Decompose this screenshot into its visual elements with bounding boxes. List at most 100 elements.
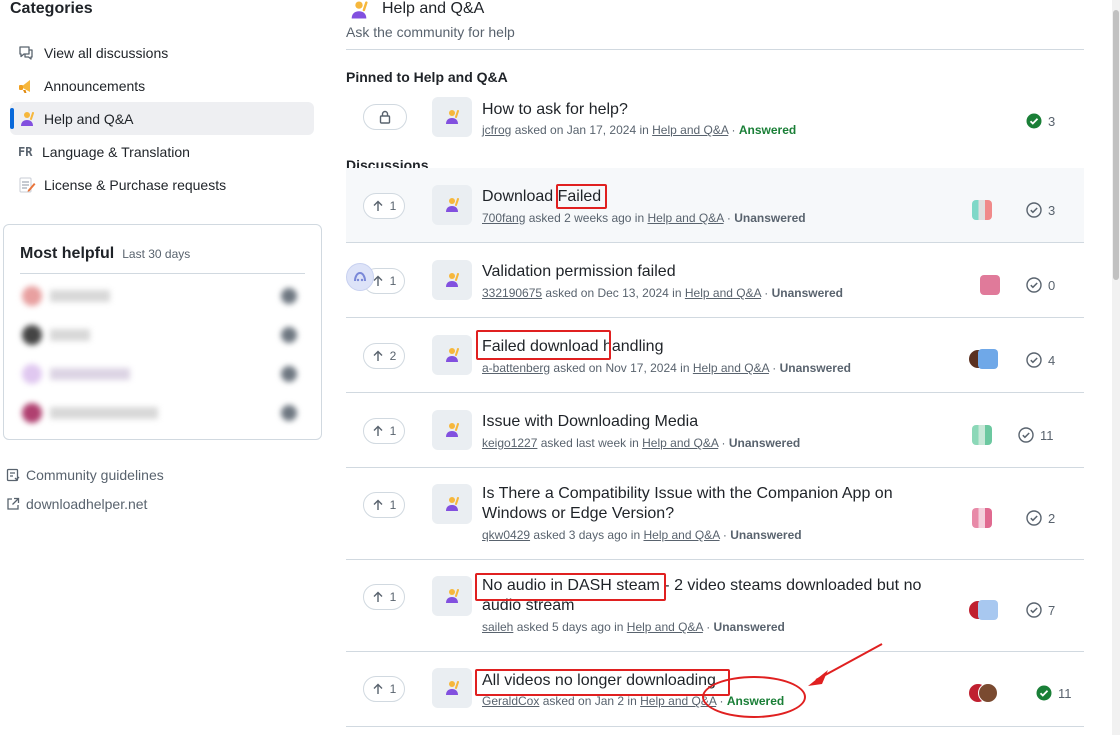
category-link[interactable]: Help and Q&A [640, 694, 716, 708]
author-link[interactable]: keigo1227 [482, 436, 537, 450]
upvote-button[interactable]: 2 [363, 343, 405, 369]
avatar [22, 286, 42, 306]
sidebar-item-language-translation[interactable]: FR Language & Translation [10, 135, 314, 168]
helper-row-blurred[interactable] [20, 362, 307, 386]
upvote-button[interactable]: 1 [363, 418, 405, 444]
answer-count: 3 [1026, 113, 1055, 129]
avatar [22, 364, 42, 384]
blurred-username [50, 407, 158, 419]
author-link[interactable]: a-battenberg [482, 361, 550, 375]
separator: · [716, 694, 727, 708]
link-label: downloadhelper.net [26, 495, 148, 512]
discussion-title-link[interactable]: Validation permission failed [482, 262, 962, 282]
category-link[interactable]: Help and Q&A [643, 528, 719, 542]
separator: · [760, 286, 772, 300]
sidebar-item-announcements[interactable]: Announcements [10, 69, 314, 102]
sidebar-item-label: View all discussions [44, 44, 169, 61]
participants [966, 275, 1006, 295]
upvote-button[interactable]: 1 [363, 676, 405, 702]
status-badge: Unanswered [713, 620, 785, 634]
fr-badge-icon: FR [18, 144, 33, 159]
community-guidelines-link[interactable]: Community guidelines [6, 460, 164, 489]
arrow-up-icon [373, 200, 383, 211]
separator: · [718, 436, 729, 450]
discussion-title-link[interactable]: Is There a Compatibility Issue with the … [482, 484, 952, 524]
category-link[interactable]: Help and Q&A [642, 436, 718, 450]
helper-row-blurred[interactable] [20, 284, 307, 308]
answer-count: 4 [1026, 352, 1055, 368]
discussion-meta: saileh asked 5 days ago in Help and Q&A … [482, 620, 1002, 634]
discussion-title-link[interactable]: Download Failed [482, 187, 962, 207]
author-link[interactable]: jcfrog [482, 123, 511, 137]
person-raising-hand-icon [18, 110, 44, 128]
scrollbar[interactable] [1112, 0, 1120, 735]
discussion-title-link[interactable]: All videos no longer downloading [482, 671, 962, 691]
arrow-up-icon [373, 591, 383, 602]
asked-text: asked on Dec 13, 2024 in [545, 286, 682, 300]
vote-count: 1 [389, 274, 397, 288]
megaphone-icon [18, 77, 44, 95]
participants [966, 508, 1006, 528]
copilot-avatar-chip[interactable] [346, 263, 374, 291]
category-avatar [432, 410, 472, 450]
arrow-up-icon [373, 683, 383, 694]
upvote-button[interactable]: 1 [363, 584, 405, 610]
upvote-button[interactable]: 1 [363, 492, 405, 518]
helper-row-blurred[interactable] [20, 401, 307, 425]
category-link[interactable]: Help and Q&A [652, 123, 728, 137]
memo-icon [18, 176, 44, 194]
helper-row-blurred[interactable] [20, 323, 307, 347]
author-link[interactable]: 332190675 [482, 286, 542, 300]
author-link[interactable]: saileh [482, 620, 513, 634]
category-link[interactable]: Help and Q&A [685, 286, 761, 300]
asked-text: asked last week in [540, 436, 639, 450]
comment-count: 7 [1048, 602, 1056, 618]
status-badge: Unanswered [734, 211, 806, 225]
discussion-meta: 700fang asked 2 weeks ago in Help and Q&… [482, 211, 1002, 225]
discussion-meta: jcfrog asked on Jan 17, 2024 in Help and… [482, 123, 1002, 137]
discussion-row[interactable]: 1 Download Failed 700fang asked 2 weeks … [346, 168, 1084, 243]
downloadhelper-link[interactable]: downloadhelper.net [6, 489, 164, 518]
scrollbar-thumb[interactable] [1113, 10, 1119, 280]
arrow-up-icon [373, 350, 383, 361]
comment-count: 4 [1048, 352, 1056, 368]
sidebar-item-view-all-discussions[interactable]: View all discussions [10, 36, 314, 69]
discussion-row[interactable]: 1 Validation permission failed 332190675… [346, 243, 1084, 318]
blurred-username [50, 290, 110, 302]
discussion-row[interactable]: 2 Failed download handling a-battenberg … [346, 318, 1084, 393]
helper-badge [281, 405, 297, 421]
discussion-title-link[interactable]: How to ask for help? [482, 100, 962, 120]
discussion-meta: GeraldCox asked on Jan 2 in Help and Q&A… [482, 694, 1002, 708]
vote-count: 1 [389, 199, 397, 213]
discussion-row[interactable]: 1 No audio in DASH steam - 2 video steam… [346, 560, 1084, 652]
discussion-title-link[interactable]: No audio in DASH steam - 2 video steams … [482, 576, 952, 616]
sidebar-item-help-and-qa[interactable]: Help and Q&A [10, 102, 314, 135]
discussion-row[interactable]: 1 Issue with Downloading Media keigo1227… [346, 393, 1084, 468]
person-raising-hand-icon [446, 198, 459, 212]
author-link[interactable]: 700fang [482, 211, 525, 225]
discussion-row[interactable]: 1 All videos no longer downloading Geral… [346, 652, 1084, 727]
author-link[interactable]: GeraldCox [482, 694, 539, 708]
check-circle-icon [1018, 427, 1034, 443]
asked-text: asked 3 days ago in [533, 528, 641, 542]
upvote-button[interactable]: 1 [363, 193, 405, 219]
participants [966, 425, 1006, 445]
asked-text: asked 2 weeks ago in [528, 211, 645, 225]
participants [966, 349, 1006, 369]
sidebar-links: Community guidelines downloadhelper.net [6, 460, 164, 518]
author-link[interactable]: qkw0429 [482, 528, 530, 542]
avatar [972, 508, 992, 528]
category-avatar [432, 668, 472, 708]
discussion-title-link[interactable]: Issue with Downloading Media [482, 412, 962, 432]
sidebar-item-license-purchase[interactable]: License & Purchase requests [10, 168, 314, 201]
category-link[interactable]: Help and Q&A [647, 211, 723, 225]
discussions-main: Help and Q&A Ask the community for help … [346, 0, 1084, 735]
pinned-discussion-row[interactable]: How to ask for help? jcfrog asked on Jan… [346, 90, 1084, 150]
answer-count: 7 [1026, 602, 1055, 618]
discussion-row[interactable]: 1 Is There a Compatibility Issue with th… [346, 468, 1084, 560]
most-helpful-panel: Most helpful Last 30 days [3, 224, 322, 440]
asked-text: asked on Jan 17, 2024 in [514, 123, 649, 137]
category-link[interactable]: Help and Q&A [627, 620, 703, 634]
category-link[interactable]: Help and Q&A [693, 361, 769, 375]
discussion-title-link[interactable]: Failed download handling [482, 337, 962, 357]
